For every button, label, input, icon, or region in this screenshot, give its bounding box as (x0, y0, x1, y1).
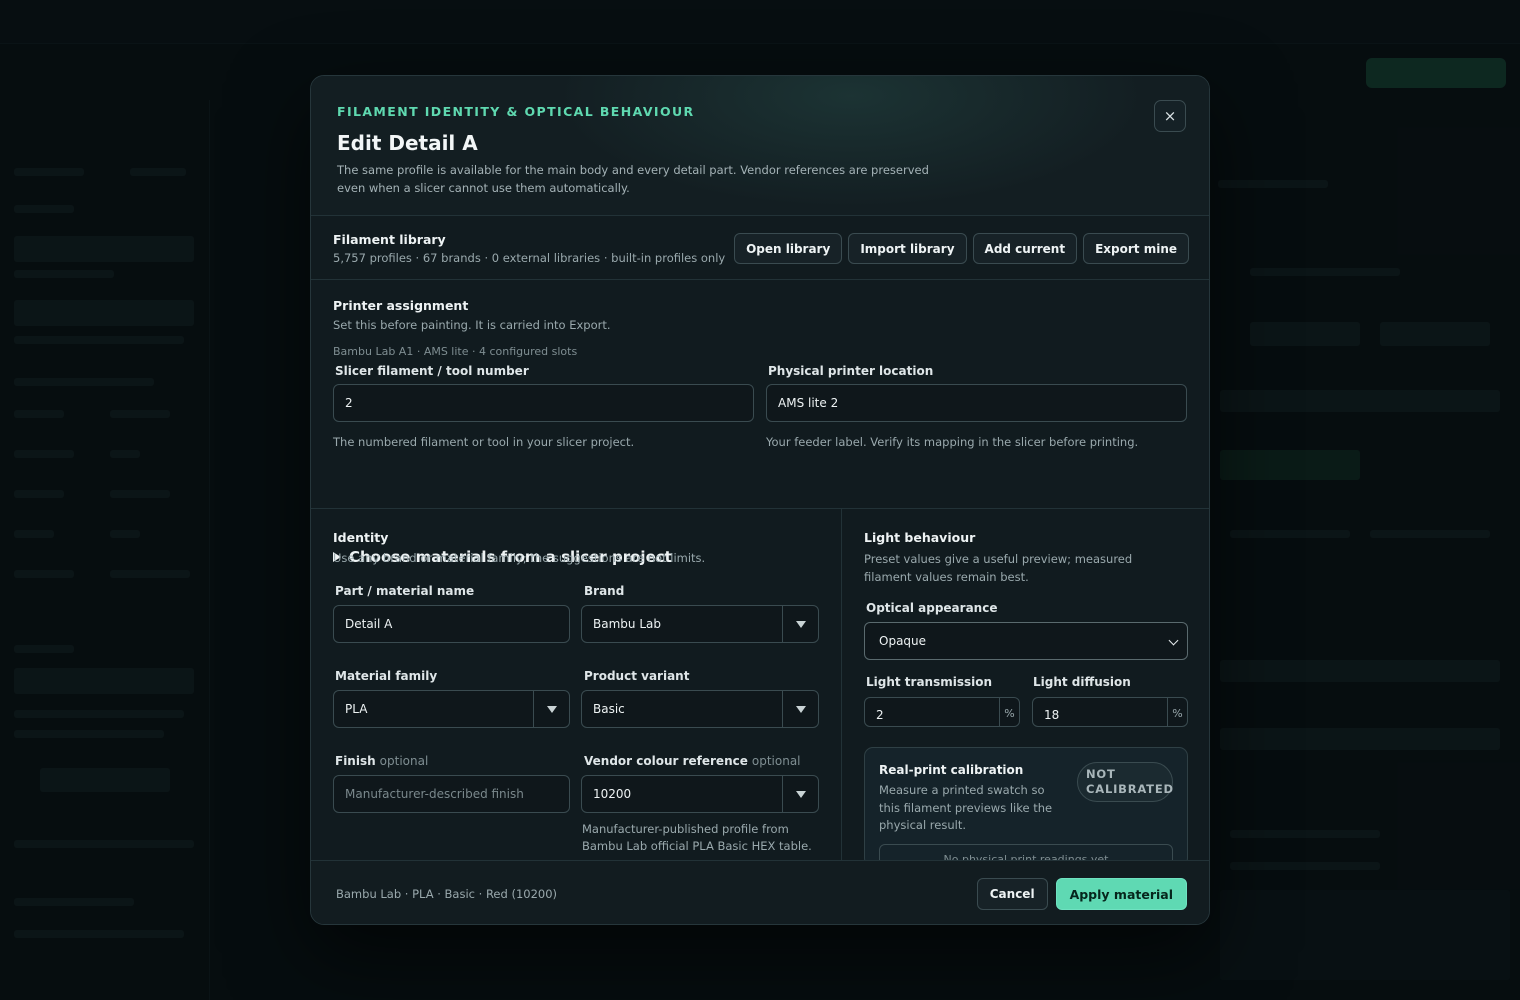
dialog-title: Edit Detail A (337, 131, 478, 155)
product-variant-label: Product variant (584, 669, 690, 683)
product-variant-dropdown-button[interactable] (782, 691, 818, 727)
calibration-card: Real-print calibration Measure a printed… (864, 747, 1188, 867)
column-divider (841, 509, 842, 860)
identity-description: Use any brand or material family; the su… (333, 551, 706, 565)
caret-down-icon (546, 705, 557, 713)
brand-value: Bambu Lab (593, 617, 661, 631)
light-behaviour-title: Light behaviour (864, 530, 976, 545)
export-mine-button[interactable]: Export mine (1083, 233, 1189, 264)
material-name-value: Detail A (345, 617, 393, 631)
optical-appearance-label: Optical appearance (866, 601, 998, 615)
filament-library-section: Filament library 5,757 profiles · 67 bra… (311, 216, 1209, 280)
optical-appearance-value: Opaque (879, 634, 927, 648)
material-family-value: PLA (345, 702, 368, 716)
finish-label: Finish optional (335, 754, 428, 768)
vendor-reference-hint: Manufacturer-published profile from Bamb… (582, 822, 812, 853)
caret-down-icon (795, 620, 806, 628)
material-family-dropdown-button[interactable] (533, 691, 569, 727)
add-current-button[interactable]: Add current (972, 233, 1078, 264)
vendor-optional-tag: optional (751, 754, 801, 768)
printer-meta: Bambu Lab A1 · AMS lite · 4 configured s… (333, 345, 578, 358)
finish-label-text: Finish (335, 754, 376, 768)
printer-title: Printer assignment (333, 298, 469, 313)
light-diffusion-value: 18 (1044, 708, 1060, 722)
vendor-reference-label-text: Vendor colour reference (584, 754, 748, 768)
caret-down-icon (795, 705, 806, 713)
dialog-subtitle: The same profile is available for the ma… (337, 163, 929, 195)
percent-unit: % (1167, 698, 1187, 726)
material-family-combobox[interactable]: PLA (333, 690, 570, 728)
apply-material-button[interactable]: Apply material (1055, 878, 1187, 910)
light-behaviour-description: Preset values give a useful preview; mea… (864, 552, 1133, 584)
finish-input[interactable]: Manufacturer-described finish (333, 775, 570, 813)
printer-description: Set this before painting. It is carried … (333, 318, 611, 332)
product-variant-value: Basic (593, 702, 625, 716)
library-summary: 5,757 profiles · 67 brands · 0 external … (333, 251, 726, 265)
chevron-down-icon (1168, 635, 1179, 646)
edit-material-dialog: FILAMENT IDENTITY & OPTICAL BEHAVIOUR Ed… (310, 75, 1210, 925)
light-diffusion-input[interactable]: 18 % (1032, 697, 1188, 727)
light-transmission-value: 2 (876, 708, 884, 722)
import-library-button[interactable]: Import library (848, 233, 967, 264)
light-transmission-input[interactable]: 2 % (864, 697, 1020, 727)
percent-unit: % (999, 698, 1019, 726)
caret-down-icon (795, 790, 806, 798)
finish-placeholder: Manufacturer-described finish (345, 787, 524, 801)
tool-number-label: Slicer filament / tool number (335, 364, 529, 378)
close-icon: × (1163, 107, 1177, 125)
vendor-reference-label: Vendor colour reference optional (584, 754, 801, 768)
material-name-label: Part / material name (335, 584, 475, 598)
dialog-footer: Bambu Lab · PLA · Basic · Red (10200) Ca… (311, 860, 1209, 924)
tool-number-hint: The numbered filament or tool in your sl… (333, 435, 635, 449)
material-details: Identity Use any brand or material famil… (311, 509, 1209, 867)
printer-location-label: Physical printer location (768, 364, 934, 378)
tool-number-value: 2 (345, 396, 353, 410)
cancel-button[interactable]: Cancel (976, 878, 1048, 910)
material-family-label: Material family (335, 669, 438, 683)
vendor-reference-value: 10200 (593, 787, 632, 801)
material-name-input[interactable]: Detail A (333, 605, 570, 643)
calibration-title: Real-print calibration (879, 763, 1024, 777)
calibration-description: Measure a printed swatch so this filamen… (879, 783, 1053, 832)
dialog-eyebrow: FILAMENT IDENTITY & OPTICAL BEHAVIOUR (337, 104, 695, 119)
brand-dropdown-button[interactable] (782, 606, 818, 642)
calibration-status-badge: NOT CALIBRATED (1077, 762, 1173, 802)
tool-number-input[interactable]: 2 (333, 384, 754, 422)
brand-combobox[interactable]: Bambu Lab (581, 605, 819, 643)
open-library-button[interactable]: Open library (734, 233, 843, 264)
light-transmission-label: Light transmission (866, 675, 993, 689)
material-summary: Bambu Lab · PLA · Basic · Red (10200) (336, 887, 558, 901)
dialog-header: FILAMENT IDENTITY & OPTICAL BEHAVIOUR Ed… (311, 76, 1209, 216)
vendor-reference-dropdown-button[interactable] (782, 776, 818, 812)
printer-location-input[interactable]: AMS lite 2 (766, 384, 1187, 422)
brand-label: Brand (584, 584, 625, 598)
vendor-reference-combobox[interactable]: 10200 (581, 775, 819, 813)
optical-appearance-select[interactable]: Opaque (864, 622, 1188, 660)
library-title: Filament library (333, 232, 446, 247)
identity-title: Identity (333, 530, 389, 545)
light-diffusion-label: Light diffusion (1033, 675, 1131, 689)
product-variant-combobox[interactable]: Basic (581, 690, 819, 728)
library-actions: Open library Import library Add current … (734, 233, 1189, 264)
printer-location-hint: Your feeder label. Verify its mapping in… (766, 435, 1139, 449)
printer-location-value: AMS lite 2 (778, 396, 839, 410)
close-button[interactable]: × (1154, 100, 1186, 132)
footer-actions: Cancel Apply material (976, 878, 1187, 910)
finish-optional-tag: optional (379, 754, 429, 768)
printer-assignment-section: Printer assignment Set this before paint… (311, 280, 1209, 566)
